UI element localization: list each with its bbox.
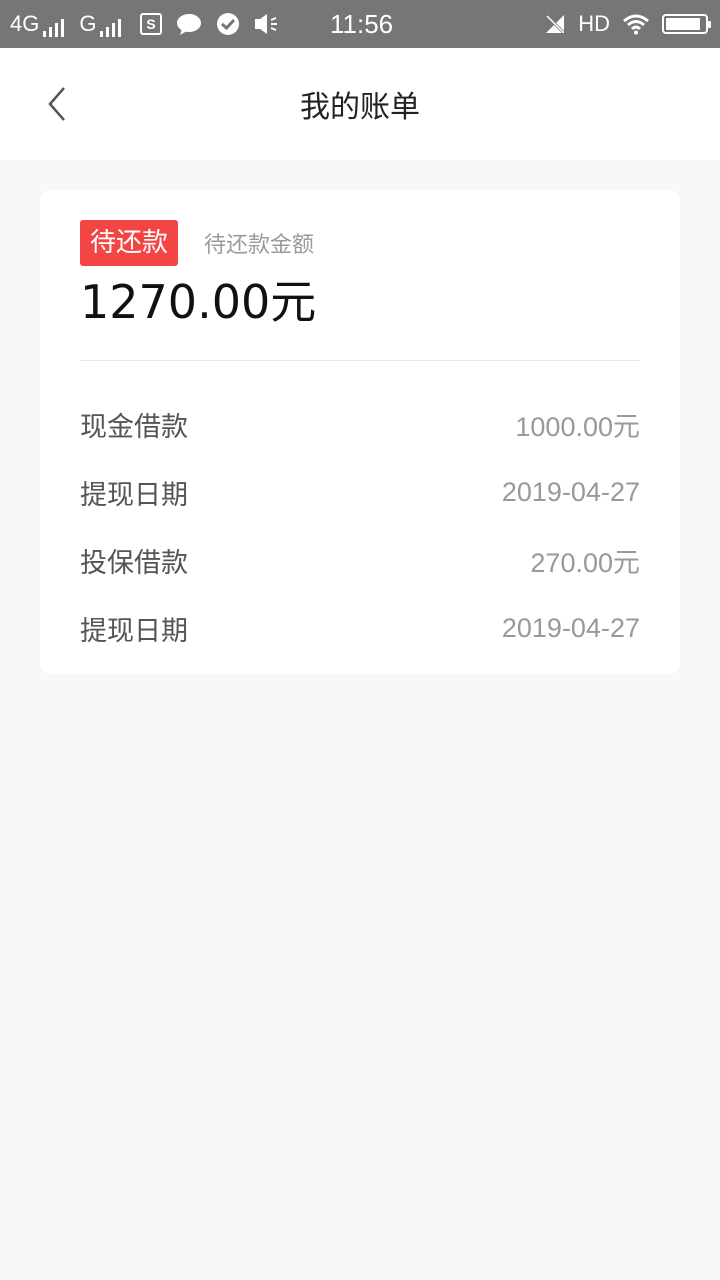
detail-label: 提现日期 [80,615,188,647]
signal-bars-icon [100,19,124,37]
status-badge: 待还款 [80,220,179,266]
bill-card: 待还款 待还款金额 1270.00元 现金借款 1000.00元 提现日期 20… [40,190,680,674]
mute-icon [544,13,566,35]
bill-details: 现金借款 1000.00元 提现日期 2019-04-27 投保借款 270.0… [80,390,640,662]
wifi-icon [622,13,650,35]
network-4g: 4G [10,11,67,37]
detail-value: 2019-04-27 [501,612,640,643]
notification-icons: S [140,12,294,36]
speaker-icon [254,12,280,36]
page-title: 我的账单 [300,90,420,125]
detail-value: 2019-04-27 [501,476,640,507]
signal-bars-icon [43,19,67,37]
check-circle-icon [216,12,240,36]
detail-row-withdraw-date: 提现日期 2019-04-27 [80,594,640,662]
detail-row-cash-loan: 现金借款 1000.00元 [80,390,640,458]
amount-due: 1270.00元 [80,275,317,329]
network-g-label: G [79,11,97,36]
battery-fill [666,18,700,30]
status-time: 11:56 [330,8,394,39]
detail-value: 1000.00元 [515,411,640,442]
detail-label: 投保借款 [80,547,188,579]
detail-label: 现金借款 [80,411,188,443]
amount-caption: 待还款金额 [204,233,315,258]
chat-bubble-icon [176,12,202,36]
battery-outline [662,14,711,34]
detail-value: 270.00元 [530,547,640,578]
screen: 4G G S 11:56 HD 我的账单 待还款 待还款金额 1270.00元 … [0,0,720,1280]
detail-row-withdraw-date: 提现日期 2019-04-27 [80,458,640,526]
battery-icon [662,14,711,34]
network-4g-label: 4G [10,11,40,36]
status-left: 4G G S [10,0,294,48]
s-app-icon: S [140,13,163,35]
hd-indicator: HD [578,11,610,36]
divider [80,360,640,361]
status-bar: 4G G S 11:56 HD [0,0,720,48]
svg-text:S: S [147,16,156,32]
nav-bar: 我的账单 [0,48,720,160]
detail-row-insurance-loan: 投保借款 270.00元 [80,526,640,594]
status-right: HD [532,0,711,48]
detail-label: 提现日期 [80,479,188,511]
network-g: G [79,11,124,37]
